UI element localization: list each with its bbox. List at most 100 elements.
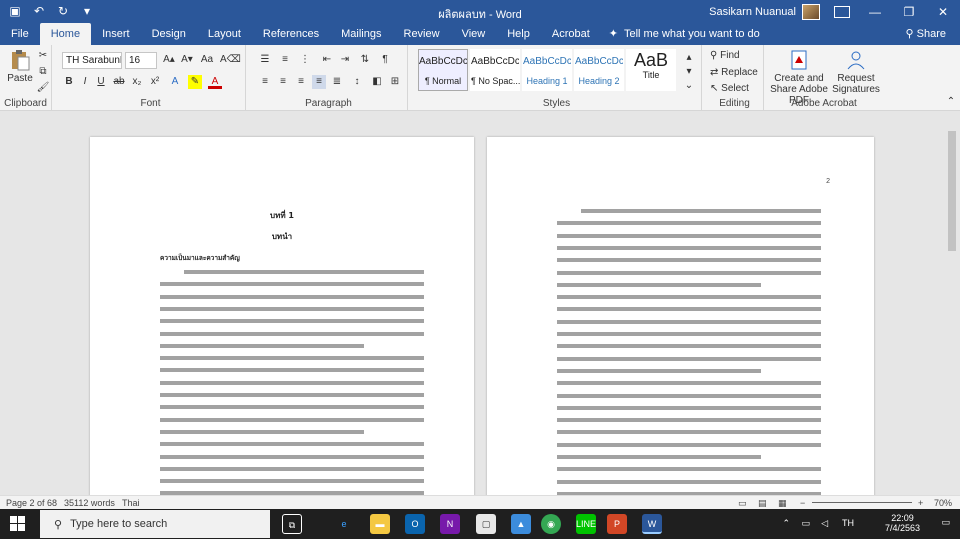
select-button[interactable]: ↖ Select — [710, 83, 749, 94]
zoom-level[interactable]: 70% — [934, 498, 952, 508]
italic-icon[interactable]: I — [78, 75, 92, 89]
word-icon[interactable]: W — [642, 514, 662, 534]
shrink-font-icon[interactable]: A▾ — [180, 53, 194, 67]
tab-design[interactable]: Design — [141, 23, 197, 45]
tab-mailings[interactable]: Mailings — [330, 23, 392, 45]
word-count[interactable]: 35112 words — [64, 498, 115, 508]
tab-insert[interactable]: Insert — [91, 23, 141, 45]
format-painter-icon[interactable]: 🖌 — [36, 81, 50, 95]
onenote-icon[interactable]: N — [440, 514, 460, 534]
tab-help[interactable]: Help — [496, 23, 541, 45]
superscript-icon[interactable]: x² — [148, 75, 162, 89]
clear-formatting-icon[interactable]: A⌫ — [220, 53, 241, 67]
text-effects-icon[interactable]: A — [168, 75, 182, 89]
page-1[interactable]: บทที่ 1 บทนำ ความเป็นมาและความสำคัญ — [90, 137, 474, 495]
restore-button[interactable]: ❐ — [892, 0, 926, 23]
align-center-icon[interactable]: ≡ — [276, 75, 290, 89]
input-language[interactable]: TH — [842, 518, 854, 528]
powerpoint-icon[interactable]: P — [607, 514, 627, 534]
taskbar-search[interactable]: ⚲ Type here to search — [40, 510, 270, 538]
volume-icon[interactable]: ◁ — [821, 518, 828, 529]
styles-scroll-down-icon[interactable]: ▾ — [682, 65, 696, 79]
minimize-button[interactable]: — — [858, 0, 892, 23]
zoom-in-icon[interactable]: + — [918, 498, 923, 508]
style-no-spacing[interactable]: AaBbCcDc ¶ No Spac... — [470, 49, 520, 91]
shading-icon[interactable]: ◧ — [370, 75, 384, 89]
thai-distribute-icon[interactable]: ≣ — [330, 75, 344, 89]
style-heading-1[interactable]: AaBbCcDc Heading 1 — [522, 49, 572, 91]
share-button[interactable]: ⚲ Share — [906, 27, 946, 40]
tab-home[interactable]: Home — [39, 23, 92, 45]
tab-file[interactable]: File — [0, 23, 40, 45]
clock[interactable]: 22:09 7/4/2563 — [885, 513, 920, 533]
request-signatures-button[interactable]: Request Signatures — [832, 49, 880, 95]
read-mode-icon[interactable]: ▭ — [738, 498, 747, 509]
font-family-select[interactable]: TH SarabunP — [62, 52, 122, 69]
multilevel-list-icon[interactable]: ⋮ — [298, 53, 312, 67]
copy-icon[interactable]: ⧉ — [36, 65, 50, 79]
tab-review[interactable]: Review — [393, 23, 451, 45]
show-formatting-icon[interactable]: ¶ — [378, 53, 392, 67]
tab-layout[interactable]: Layout — [197, 23, 252, 45]
strikethrough-icon[interactable]: ab — [112, 75, 126, 89]
scrollbar-thumb[interactable] — [948, 131, 956, 251]
page-count[interactable]: Page 2 of 68 — [6, 498, 57, 508]
highlight-icon[interactable]: ✎ — [188, 75, 202, 89]
store-icon[interactable]: ▢ — [476, 514, 496, 534]
style-normal[interactable]: AaBbCcDc ¶ Normal — [418, 49, 468, 91]
tell-me-box[interactable]: ✦ Tell me what you want to do — [601, 23, 771, 45]
underline-icon[interactable]: U — [94, 75, 108, 89]
line-spacing-icon[interactable]: ↕ — [350, 75, 364, 89]
notifications-icon[interactable]: ▭ — [941, 517, 950, 528]
windows-start-icon[interactable] — [10, 516, 26, 532]
increase-indent-icon[interactable]: ⇥ — [338, 53, 352, 67]
ribbon-display-options-icon[interactable] — [834, 6, 850, 18]
style-title[interactable]: AaB Title — [626, 49, 676, 91]
outlook-icon[interactable]: O — [405, 514, 425, 534]
collapse-ribbon-icon[interactable]: ⌃ — [944, 95, 958, 109]
numbering-icon[interactable]: ≡ — [278, 53, 292, 67]
zoom-slider[interactable] — [812, 502, 912, 503]
close-button[interactable]: ✕ — [926, 0, 960, 23]
photos-icon[interactable]: ▲ — [511, 514, 531, 534]
task-view-icon[interactable]: ⧉ — [282, 514, 302, 534]
justify-icon[interactable]: ≡ — [312, 75, 326, 89]
zoom-out-icon[interactable]: − — [800, 498, 805, 508]
edge-icon[interactable]: e — [334, 514, 354, 534]
borders-icon[interactable]: ⊞ — [388, 75, 402, 89]
page-2[interactable]: 2 — [487, 137, 874, 495]
avatar[interactable] — [802, 4, 820, 20]
styles-more-icon[interactable]: ⌄ — [682, 79, 696, 93]
network-icon[interactable]: ▭ — [801, 518, 810, 529]
bullets-icon[interactable]: ☰ — [258, 53, 272, 67]
paste-button[interactable]: Paste — [6, 49, 34, 84]
file-explorer-icon[interactable]: ▬ — [370, 514, 390, 534]
sort-icon[interactable]: ⇅ — [358, 53, 372, 67]
align-left-icon[interactable]: ≡ — [258, 75, 272, 89]
subscript-icon[interactable]: x₂ — [130, 75, 144, 89]
user-name[interactable]: Sasikarn Nuanual — [709, 6, 796, 18]
show-hidden-icons[interactable]: ⌃ — [782, 518, 790, 529]
replace-button[interactable]: ⇄ Replace — [710, 67, 758, 78]
tab-references[interactable]: References — [252, 23, 330, 45]
style-heading-2[interactable]: AaBbCcDc Heading 2 — [574, 49, 624, 91]
web-layout-icon[interactable]: ▦ — [778, 498, 787, 509]
tab-view[interactable]: View — [451, 23, 497, 45]
tab-acrobat[interactable]: Acrobat — [541, 23, 601, 45]
font-size-select[interactable]: 16 — [125, 52, 157, 69]
find-button[interactable]: ⚲ Find — [710, 50, 740, 61]
print-layout-icon[interactable]: ▤ — [758, 498, 767, 509]
grow-font-icon[interactable]: A▴ — [162, 53, 176, 67]
line-icon[interactable]: LINE — [576, 514, 596, 534]
cut-icon[interactable]: ✂ — [36, 49, 50, 63]
language[interactable]: Thai — [122, 498, 140, 508]
align-right-icon[interactable]: ≡ — [294, 75, 308, 89]
vertical-scrollbar[interactable] — [944, 125, 960, 495]
decrease-indent-icon[interactable]: ⇤ — [320, 53, 334, 67]
document-canvas[interactable]: บทที่ 1 บทนำ ความเป็นมาและความสำคัญ 2 — [0, 111, 960, 495]
chrome-icon[interactable]: ◉ — [541, 514, 561, 534]
font-color-icon[interactable]: A — [208, 75, 222, 89]
change-case-icon[interactable]: Aa — [200, 53, 214, 67]
bold-icon[interactable]: B — [62, 75, 76, 89]
styles-scroll-up-icon[interactable]: ▴ — [682, 51, 696, 65]
